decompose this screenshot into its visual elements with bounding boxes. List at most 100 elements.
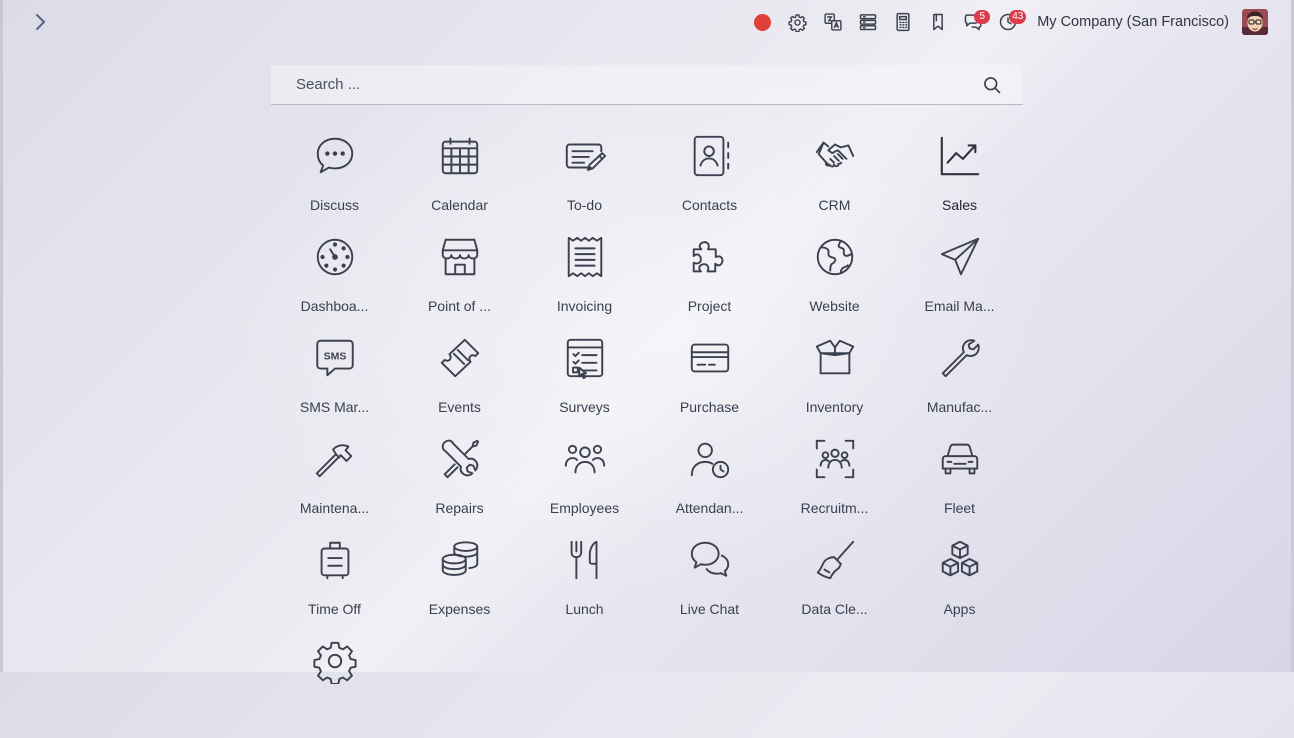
app-project[interactable]: Project (647, 233, 772, 334)
bookmark-icon[interactable] (920, 8, 955, 36)
activity-clock-icon[interactable]: 43 (990, 8, 1027, 36)
settings-gear-icon[interactable] (780, 8, 815, 36)
chat-bubble-icon (311, 132, 359, 180)
search-input[interactable] (271, 65, 1023, 104)
app-label: Data Cle... (801, 601, 868, 617)
app-label: Events (438, 399, 481, 415)
people-group-icon (561, 435, 609, 483)
recording-indicator[interactable] (745, 8, 780, 36)
app-expenses[interactable]: Expenses (397, 536, 522, 637)
broom-icon (811, 536, 859, 584)
search-bar (271, 65, 1023, 105)
app-label: Email Ma... (924, 298, 995, 314)
app-label: Lunch (565, 601, 604, 617)
app-maintenance[interactable]: Maintena... (272, 435, 397, 536)
sales-chart-icon (936, 132, 984, 180)
handshake-icon (811, 132, 859, 180)
paper-plane-icon (936, 233, 984, 281)
app-events[interactable]: Events (397, 334, 522, 435)
cubes-icon (936, 536, 984, 584)
app-to-do[interactable]: To-do (522, 132, 647, 233)
app-label: Employees (549, 500, 620, 516)
app-attendances[interactable]: Attendan... (647, 435, 772, 536)
person-clock-icon (686, 435, 734, 483)
app-recruitment[interactable]: Recruitm... (772, 435, 897, 536)
app-repairs[interactable]: Repairs (397, 435, 522, 536)
search-icon[interactable] (982, 75, 1002, 95)
open-box-icon (811, 334, 859, 382)
app-employees[interactable]: Employees (522, 435, 647, 536)
app-label: Recruitm... (800, 500, 869, 516)
wrench-icon (936, 334, 984, 382)
systray: 5 43 My Company (San Francisco) (745, 8, 1268, 36)
messages-icon[interactable]: 5 (955, 8, 991, 36)
app-manufacturing[interactable]: Manufac... (897, 334, 1022, 435)
calculator-icon[interactable] (885, 8, 920, 36)
server-stack-icon[interactable] (850, 8, 885, 36)
puzzle-icon (686, 233, 734, 281)
app-label: Sales (941, 197, 978, 213)
app-surveys[interactable]: Surveys (522, 334, 647, 435)
hammer-icon (311, 435, 359, 483)
app-inventory[interactable]: Inventory (772, 334, 897, 435)
app-label: Expenses (428, 601, 491, 617)
app-crm[interactable]: CRM (772, 132, 897, 233)
app-dashboards[interactable]: Dashboa... (272, 233, 397, 334)
globe-icon (811, 233, 859, 281)
app-point-of-sale[interactable]: Point of ... (397, 233, 522, 334)
app-lunch[interactable]: Lunch (522, 536, 647, 637)
tools-icon (436, 435, 484, 483)
app-time-off[interactable]: Time Off (272, 536, 397, 637)
app-contacts[interactable]: Contacts (647, 132, 772, 233)
receipt-icon (561, 233, 609, 281)
app-label: SMS Mar... (299, 399, 370, 415)
app-settings[interactable] (272, 637, 397, 738)
coins-icon (436, 536, 484, 584)
app-website[interactable]: Website (772, 233, 897, 334)
svg-text:SMS: SMS (323, 350, 346, 362)
app-email-marketing[interactable]: Email Ma... (897, 233, 1022, 334)
dashboard-gauge-icon (311, 233, 359, 281)
app-label: Dashboa... (300, 298, 369, 314)
settings-icon (311, 637, 359, 685)
app-label: Calendar (431, 197, 488, 213)
sms-bubble-icon: SMS (311, 334, 359, 382)
todo-icon (561, 132, 609, 180)
app-sms-marketing[interactable]: SMS SMS Mar... (272, 334, 397, 435)
app-data-cleaning[interactable]: Data Cle... (772, 536, 897, 637)
app-label: Contacts (681, 197, 738, 213)
chat-bubbles-icon (686, 536, 734, 584)
app-apps[interactable]: Apps (897, 536, 1022, 637)
app-label: Point of ... (427, 298, 492, 314)
app-purchase[interactable]: Purchase (647, 334, 772, 435)
top-bar: 5 43 My Company (San Francisco) (0, 0, 1294, 44)
record-dot (754, 13, 772, 31)
calendar-icon (436, 132, 484, 180)
messages-badge: 5 (974, 10, 991, 24)
left-edge (0, 0, 3, 672)
suitcase-icon (311, 536, 359, 584)
app-discuss[interactable]: Discuss (272, 132, 397, 233)
app-label: Fleet (943, 500, 976, 516)
app-fleet[interactable]: Fleet (897, 435, 1022, 536)
app-live-chat[interactable]: Live Chat (647, 536, 772, 637)
company-switcher[interactable]: My Company (San Francisco) (1037, 14, 1229, 30)
activities-badge: 43 (1009, 10, 1027, 24)
app-sales[interactable]: Sales (897, 132, 1022, 233)
app-label: Website (809, 298, 860, 314)
app-label: Apps (943, 601, 976, 617)
app-label: Inventory (805, 399, 864, 415)
app-label: Maintena... (299, 500, 370, 516)
sidebar-toggle-chevron-icon[interactable] (31, 11, 51, 33)
app-calendar[interactable]: Calendar (397, 132, 522, 233)
app-invoicing[interactable]: Invoicing (522, 233, 647, 334)
app-label: Live Chat (679, 601, 740, 617)
car-icon (936, 435, 984, 483)
app-label: To-do (566, 197, 603, 213)
survey-checklist-icon (561, 334, 609, 382)
app-label: Manufac... (926, 399, 993, 415)
fork-knife-icon (561, 536, 609, 584)
user-avatar[interactable] (1242, 9, 1268, 35)
ticket-icon (436, 334, 484, 382)
translate-icon[interactable] (815, 8, 850, 36)
